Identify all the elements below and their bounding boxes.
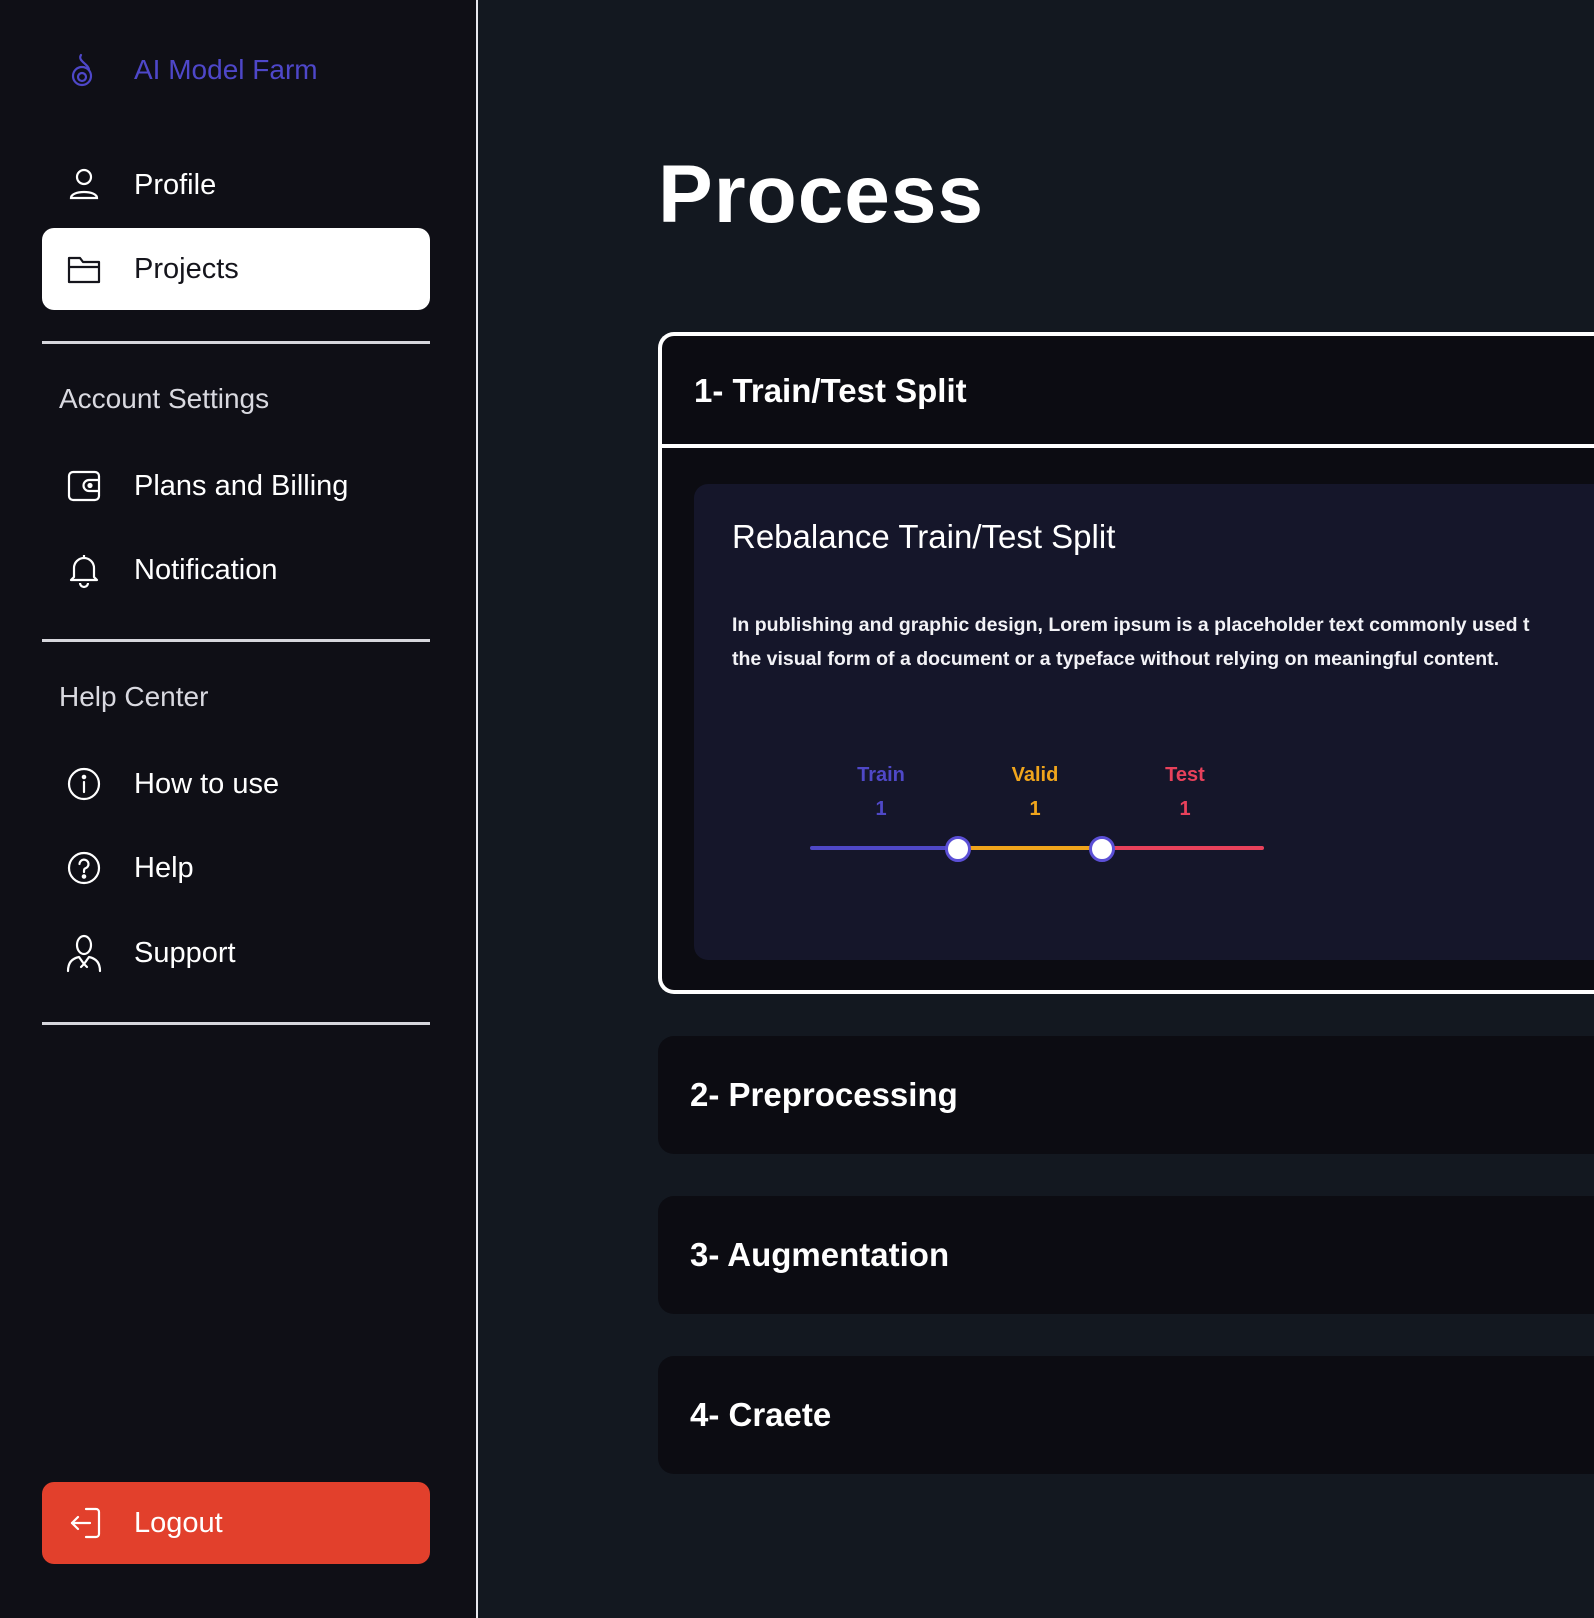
sidebar-item-label: Support bbox=[134, 936, 236, 969]
sidebar-item-label: Help bbox=[134, 851, 194, 884]
test-label: Test bbox=[1165, 764, 1205, 786]
step-augmentation[interactable]: 3- Augmentation bbox=[658, 1196, 1594, 1314]
question-icon bbox=[67, 851, 101, 885]
panel-description-line: the visual form of a document or a typef… bbox=[732, 648, 1500, 670]
logout-label: Logout bbox=[134, 1506, 223, 1539]
rebalance-panel: Rebalance Train/Test Split In publishing… bbox=[694, 484, 1594, 960]
info-icon bbox=[67, 767, 101, 801]
section-title-account-settings: Account Settings bbox=[59, 383, 270, 414]
sidebar: AI Model Farm Profile Projects Account S… bbox=[0, 0, 478, 1618]
sidebar-item-profile[interactable]: Profile bbox=[42, 144, 430, 226]
step-preprocessing[interactable]: 2- Preprocessing bbox=[658, 1036, 1594, 1154]
train-value: 1 bbox=[875, 798, 887, 820]
sidebar-item-notification[interactable]: Notification bbox=[42, 529, 430, 611]
sidebar-item-label: Plans and Billing bbox=[134, 469, 349, 502]
step-title: 2- Preprocessing bbox=[690, 1076, 958, 1113]
step-create[interactable]: 4- Craete bbox=[658, 1356, 1594, 1474]
panel-description: In publishing and graphic design, Lorem … bbox=[732, 608, 1594, 676]
valid-label: Valid bbox=[1011, 764, 1059, 786]
divider bbox=[42, 341, 430, 344]
folder-icon bbox=[67, 256, 101, 284]
step-title: 1- Train/Test Split bbox=[694, 372, 967, 409]
sidebar-item-projects[interactable]: Projects bbox=[42, 228, 430, 310]
sidebar-item-label: Profile bbox=[134, 168, 217, 201]
test-segment bbox=[1102, 846, 1264, 850]
slider-handle-train-valid[interactable] bbox=[945, 836, 971, 862]
step-title: 3- Augmentation bbox=[690, 1236, 950, 1273]
logout-icon bbox=[70, 1507, 101, 1539]
sidebar-item-plans-billing[interactable]: Plans and Billing bbox=[42, 445, 430, 527]
valid-segment bbox=[958, 846, 1102, 850]
brand-name: AI Model Farm bbox=[134, 54, 318, 85]
flame-icon bbox=[71, 53, 93, 87]
sidebar-item-label: How to use bbox=[134, 767, 280, 800]
sidebar-item-support[interactable]: Support bbox=[42, 912, 430, 994]
sidebar-item-help[interactable]: Help bbox=[42, 827, 430, 909]
sidebar-item-label: Notification bbox=[134, 553, 278, 586]
divider bbox=[42, 1022, 430, 1025]
wallet-icon bbox=[67, 470, 101, 502]
logout-button[interactable]: Logout bbox=[42, 1482, 430, 1564]
step-title: 4- Craete bbox=[690, 1396, 832, 1433]
divider bbox=[42, 639, 430, 642]
train-label: Train bbox=[857, 764, 905, 786]
split-slider[interactable] bbox=[810, 836, 1264, 862]
step-header[interactable]: 1- Train/Test Split bbox=[662, 336, 1594, 448]
sidebar-item-how-to-use[interactable]: How to use bbox=[42, 743, 430, 825]
brand[interactable]: AI Model Farm bbox=[68, 52, 318, 88]
valid-value: 1 bbox=[1029, 798, 1041, 820]
support-agent-icon bbox=[66, 934, 102, 973]
test-value: 1 bbox=[1179, 798, 1191, 820]
train-segment bbox=[810, 846, 958, 850]
slider-handle-valid-test[interactable] bbox=[1089, 836, 1115, 862]
bell-icon bbox=[69, 555, 99, 589]
panel-description-line: In publishing and graphic design, Lorem … bbox=[732, 614, 1530, 636]
panel-title: Rebalance Train/Test Split bbox=[732, 518, 1116, 555]
section-title-help-center: Help Center bbox=[59, 681, 209, 712]
page-title: Process bbox=[658, 149, 985, 240]
user-icon bbox=[69, 168, 99, 200]
sidebar-item-label: Projects bbox=[134, 252, 239, 285]
step-train-test-split: 1- Train/Test Split Rebalance Train/Test… bbox=[658, 332, 1594, 994]
